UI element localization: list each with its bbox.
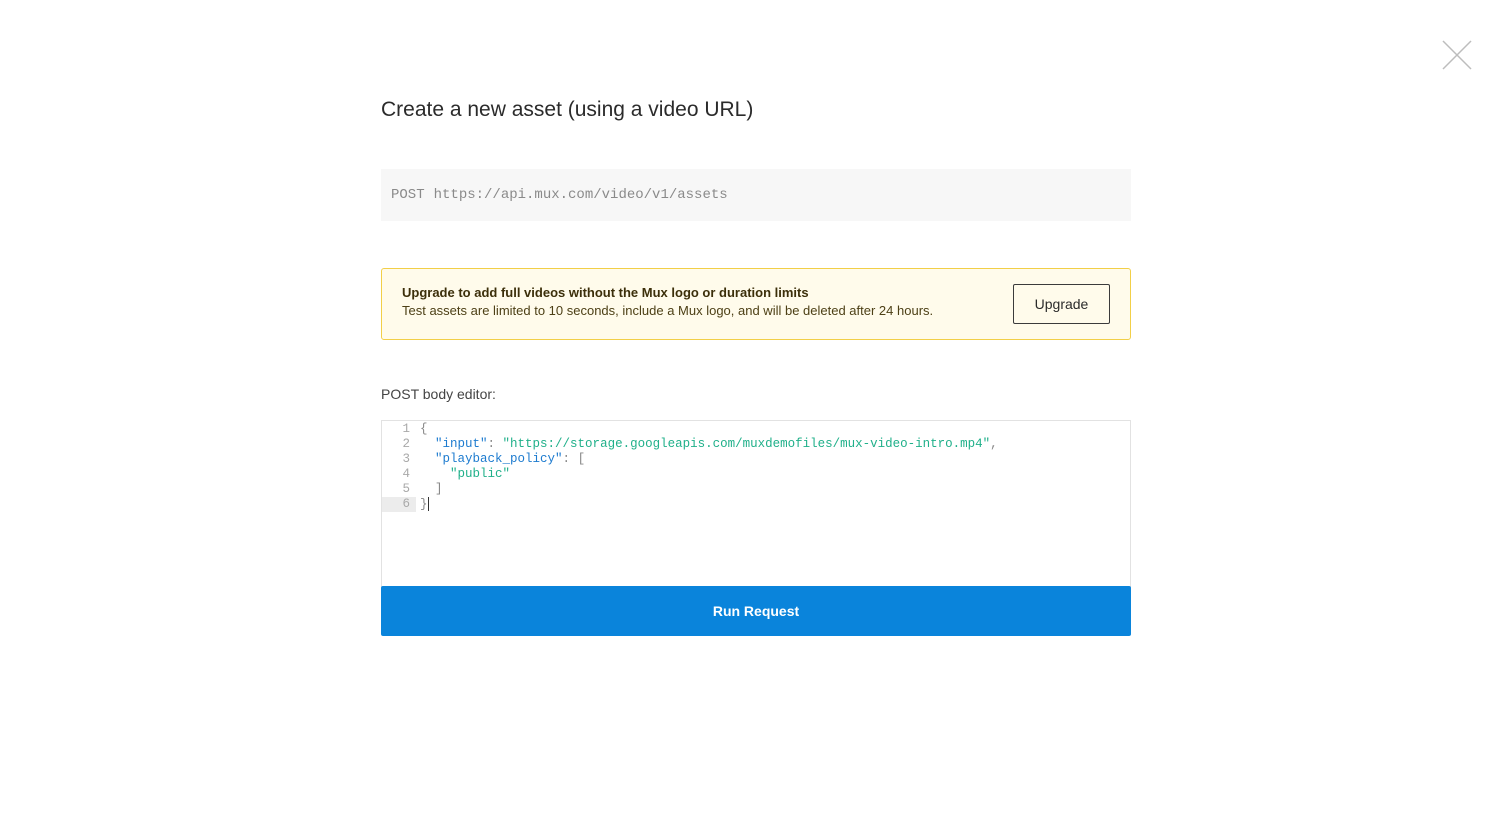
- line-number: 5: [402, 482, 410, 496]
- code-line: 3 "playback_policy": [: [382, 452, 1130, 467]
- post-body-editor[interactable]: 1 { 2 "input": "https://storage.googleap…: [381, 420, 1131, 588]
- json-colon: :: [562, 452, 578, 466]
- json-bracket: [: [577, 452, 586, 466]
- page-title: Create a new asset (using a video URL): [381, 98, 754, 121]
- json-key: "playback_policy": [435, 452, 563, 466]
- notice-title: Upgrade to add full videos without the M…: [402, 285, 809, 300]
- upgrade-notice: Upgrade to add full videos without the M…: [381, 268, 1131, 340]
- line-number: 6: [382, 497, 416, 512]
- open-brace: {: [420, 422, 428, 436]
- json-string: "https://storage.googleapis.com/muxdemof…: [502, 437, 991, 451]
- close-brace: }: [420, 497, 428, 512]
- line-number: 1: [402, 422, 410, 436]
- line-number: 4: [402, 467, 410, 481]
- code-line: 1 {: [382, 422, 1130, 437]
- close-icon: [1442, 40, 1472, 70]
- code-line-active: 6 }: [382, 497, 1130, 512]
- editor-label: POST body editor:: [381, 386, 496, 402]
- json-comma: ,: [990, 437, 998, 451]
- code-line: 5 ]: [382, 482, 1130, 497]
- line-number: 3: [402, 452, 410, 466]
- run-request-button[interactable]: Run Request: [381, 586, 1131, 636]
- text-cursor: [427, 497, 429, 511]
- line-number: 2: [402, 437, 410, 451]
- upgrade-button[interactable]: Upgrade: [1013, 284, 1110, 324]
- json-colon: :: [487, 437, 503, 451]
- close-button[interactable]: [1441, 39, 1473, 71]
- json-bracket: ]: [435, 482, 443, 496]
- http-method: POST: [391, 187, 425, 203]
- code-line: 4 "public": [382, 467, 1130, 482]
- endpoint-path: https://api.mux.com/video/v1/assets: [433, 187, 728, 203]
- json-key: "input": [435, 437, 488, 451]
- code-line: 2 "input": "https://storage.googleapis.c…: [382, 437, 1130, 452]
- notice-text: Test assets are limited to 10 seconds, i…: [402, 303, 934, 318]
- endpoint-url: POST https://api.mux.com/video/v1/assets: [381, 169, 1131, 221]
- json-string: "public": [450, 467, 511, 481]
